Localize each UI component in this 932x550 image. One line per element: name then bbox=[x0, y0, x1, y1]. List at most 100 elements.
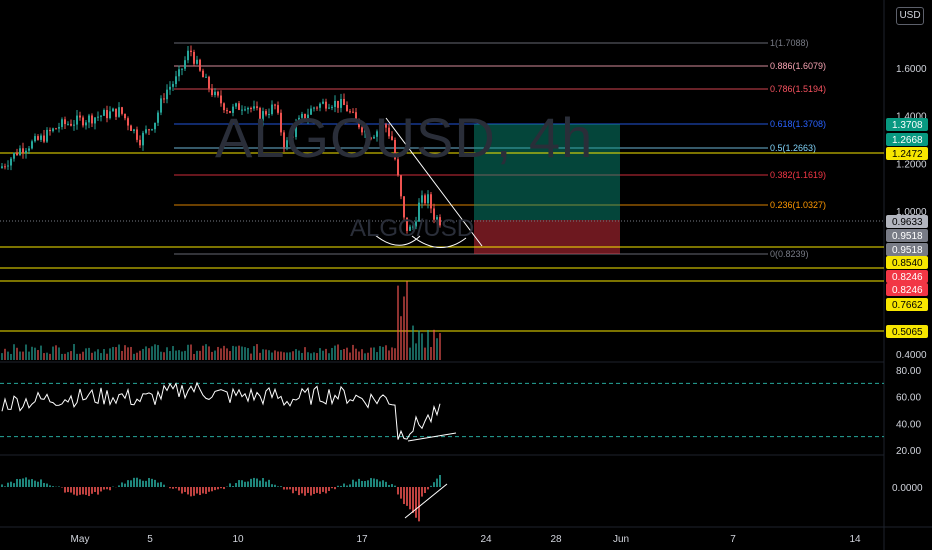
macd-bar bbox=[394, 485, 396, 487]
volume-bar bbox=[79, 353, 81, 360]
volume-bar bbox=[334, 345, 336, 360]
volume-bar bbox=[211, 351, 213, 360]
macd-bar bbox=[16, 478, 18, 487]
volume-bar bbox=[262, 349, 264, 360]
volume-bar bbox=[7, 351, 9, 360]
macd-bar bbox=[301, 487, 303, 494]
chart-canvas[interactable]: 1(1.7088) 0.886(1.6079) 0.786(1.5194) 0.618… bbox=[0, 0, 932, 550]
fib-level-label: 0(0.8239) bbox=[770, 249, 809, 259]
fib-level-label: 0.5(1.2663) bbox=[770, 143, 816, 153]
macd-bar bbox=[64, 487, 66, 493]
position-loss-zone bbox=[474, 220, 620, 254]
candle-body bbox=[286, 140, 288, 148]
candle-body bbox=[37, 136, 39, 140]
candle-body bbox=[193, 51, 195, 64]
fib-level-label: 0.236(1.0327) bbox=[770, 200, 826, 210]
volume-bar bbox=[130, 346, 132, 360]
candle-body bbox=[166, 89, 168, 100]
price-tag-label: 1.3708 bbox=[892, 120, 923, 131]
candle-body bbox=[274, 104, 276, 106]
candle-body bbox=[364, 129, 366, 133]
volume-bar bbox=[178, 350, 180, 360]
macd-bar bbox=[142, 480, 144, 487]
candle-body bbox=[43, 135, 45, 142]
volume-bar bbox=[430, 347, 432, 360]
macd-bar bbox=[433, 482, 435, 487]
candle-body bbox=[394, 139, 396, 160]
volume-bar bbox=[424, 347, 426, 360]
time-axis-tick: 5 bbox=[147, 534, 153, 545]
candle-body bbox=[226, 110, 228, 112]
volume-bar bbox=[118, 344, 120, 360]
price-tag-label: 0.9518 bbox=[892, 231, 923, 242]
volume-bar bbox=[184, 350, 186, 360]
macd-bar bbox=[373, 478, 375, 487]
candle-body bbox=[154, 122, 156, 130]
macd-bar bbox=[127, 480, 129, 487]
macd-bar bbox=[154, 479, 156, 487]
candle-body bbox=[10, 158, 12, 166]
price-tag-label: 0.8246 bbox=[892, 272, 923, 283]
volume-bar bbox=[391, 347, 393, 360]
volume-bar bbox=[319, 348, 321, 360]
volume-bar bbox=[259, 352, 261, 360]
macd-bar bbox=[250, 478, 252, 487]
candle-body bbox=[151, 129, 153, 131]
price-tag-label: 1.2668 bbox=[892, 135, 923, 146]
time-axis-tick: May bbox=[71, 534, 90, 545]
candle-body bbox=[409, 226, 411, 231]
candle-body bbox=[79, 115, 81, 118]
volume-bar bbox=[289, 352, 291, 360]
macd-bar bbox=[10, 481, 12, 487]
price-tag-label: 0.9633 bbox=[892, 217, 923, 228]
macd-bar bbox=[343, 483, 345, 487]
candle-body bbox=[100, 115, 102, 117]
candle-body bbox=[379, 128, 381, 132]
macd-bar bbox=[94, 487, 96, 492]
volume-bar bbox=[67, 352, 69, 360]
candle-body bbox=[91, 115, 93, 124]
fib-level-label: 0.382(1.1619) bbox=[770, 170, 826, 180]
candle-body bbox=[127, 118, 129, 126]
volume-bar bbox=[253, 346, 255, 360]
volume-bar bbox=[340, 349, 342, 360]
macd-bar bbox=[286, 487, 288, 490]
macd-bar bbox=[193, 487, 195, 496]
volume-bar bbox=[394, 348, 396, 360]
candle-body bbox=[58, 126, 60, 129]
horizontal-levels[interactable] bbox=[0, 152, 884, 332]
macd-bar bbox=[316, 487, 318, 493]
macd-bar bbox=[217, 487, 219, 490]
volume-bar bbox=[343, 348, 345, 360]
candle-body bbox=[319, 103, 321, 108]
candle-body bbox=[31, 141, 33, 149]
macd-bar bbox=[100, 487, 102, 492]
candle-body bbox=[136, 129, 138, 140]
macd-bar bbox=[439, 475, 441, 487]
macd-bar bbox=[331, 487, 333, 489]
volume-bar bbox=[241, 346, 243, 360]
volume-bar bbox=[361, 349, 363, 360]
rsi-axis-tick: 80.00 bbox=[896, 366, 921, 377]
macd-bar bbox=[340, 485, 342, 487]
macd-bar bbox=[208, 487, 210, 492]
trend-drawings[interactable] bbox=[374, 117, 483, 519]
candle-body bbox=[304, 113, 306, 119]
time-axis[interactable]: May 5 10 17 24 28 Jun 7 14 bbox=[71, 534, 861, 545]
time-axis-tick: 28 bbox=[550, 534, 562, 545]
volume-bar bbox=[127, 347, 129, 360]
volume-bar bbox=[214, 350, 216, 360]
macd-bar bbox=[430, 485, 432, 487]
macd-bar bbox=[163, 484, 165, 487]
candle-body bbox=[70, 123, 72, 126]
macd-bar bbox=[265, 481, 267, 487]
candle-body bbox=[358, 119, 360, 128]
candle-body bbox=[85, 122, 87, 126]
candle-body bbox=[433, 208, 435, 220]
volume-bar bbox=[85, 348, 87, 360]
candle-body bbox=[439, 217, 441, 226]
volume-bar bbox=[31, 346, 33, 360]
currency-button[interactable]: USD bbox=[896, 7, 924, 25]
fibonacci-retracement[interactable]: 1(1.7088) 0.886(1.6079) 0.786(1.5194) 0.618… bbox=[0, 38, 884, 259]
macd-bar bbox=[229, 483, 231, 487]
